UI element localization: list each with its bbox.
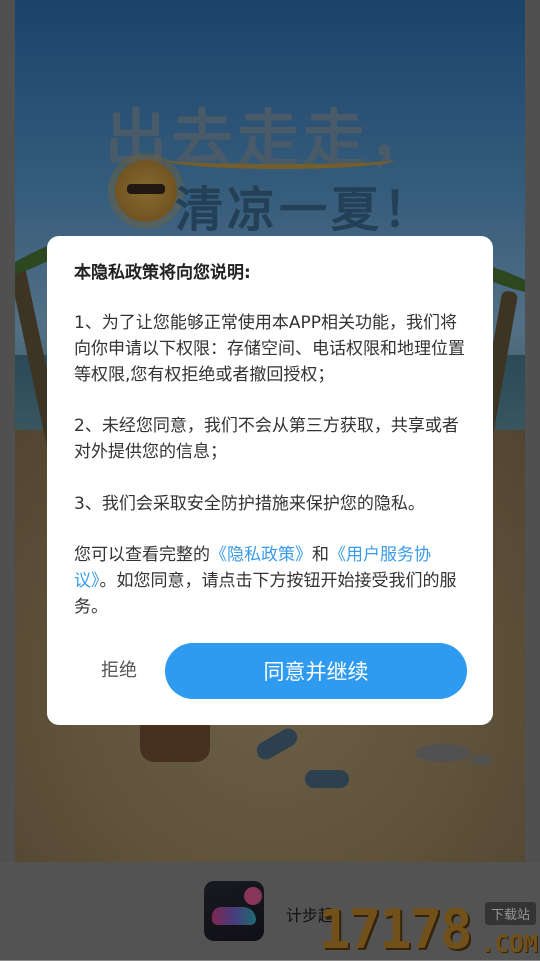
agree-continue-button[interactable]: 同意并继续 — [165, 643, 467, 699]
links-prefix-text: 您可以查看完整的 — [74, 545, 210, 565]
dialog-paragraph-security: 3、我们会采取安全防护措施来保护您的隐私。 — [74, 494, 425, 514]
refuse-button[interactable]: 拒绝 — [89, 656, 149, 682]
links-suffix-text: 。如您同意，请点击下方按钮开始接受我们的服务。 — [74, 571, 457, 617]
dialog-paragraph-third-party: 2、未经您同意，我们不会从第三方获取，共享或者对外提供您的信息； — [74, 416, 459, 462]
links-and-text: 和 — [312, 545, 329, 565]
privacy-policy-link[interactable]: 《隐私政策》 — [210, 545, 312, 565]
dialog-paragraph-links: 您可以查看完整的《隐私政策》和《用户服务协议》。如您同意，请点击下方按钮开始接受… — [74, 542, 470, 620]
dialog-paragraph-permissions: 1、为了让您能够正常使用本APP相关功能，我们将向你申请以下权限：存储空间、电话… — [74, 313, 465, 385]
privacy-dialog: 本隐私政策将向您说明: 1、为了让您能够正常使用本APP相关功能，我们将向你申请… — [47, 236, 493, 725]
dialog-title: 本隐私政策将向您说明: — [74, 263, 251, 283]
